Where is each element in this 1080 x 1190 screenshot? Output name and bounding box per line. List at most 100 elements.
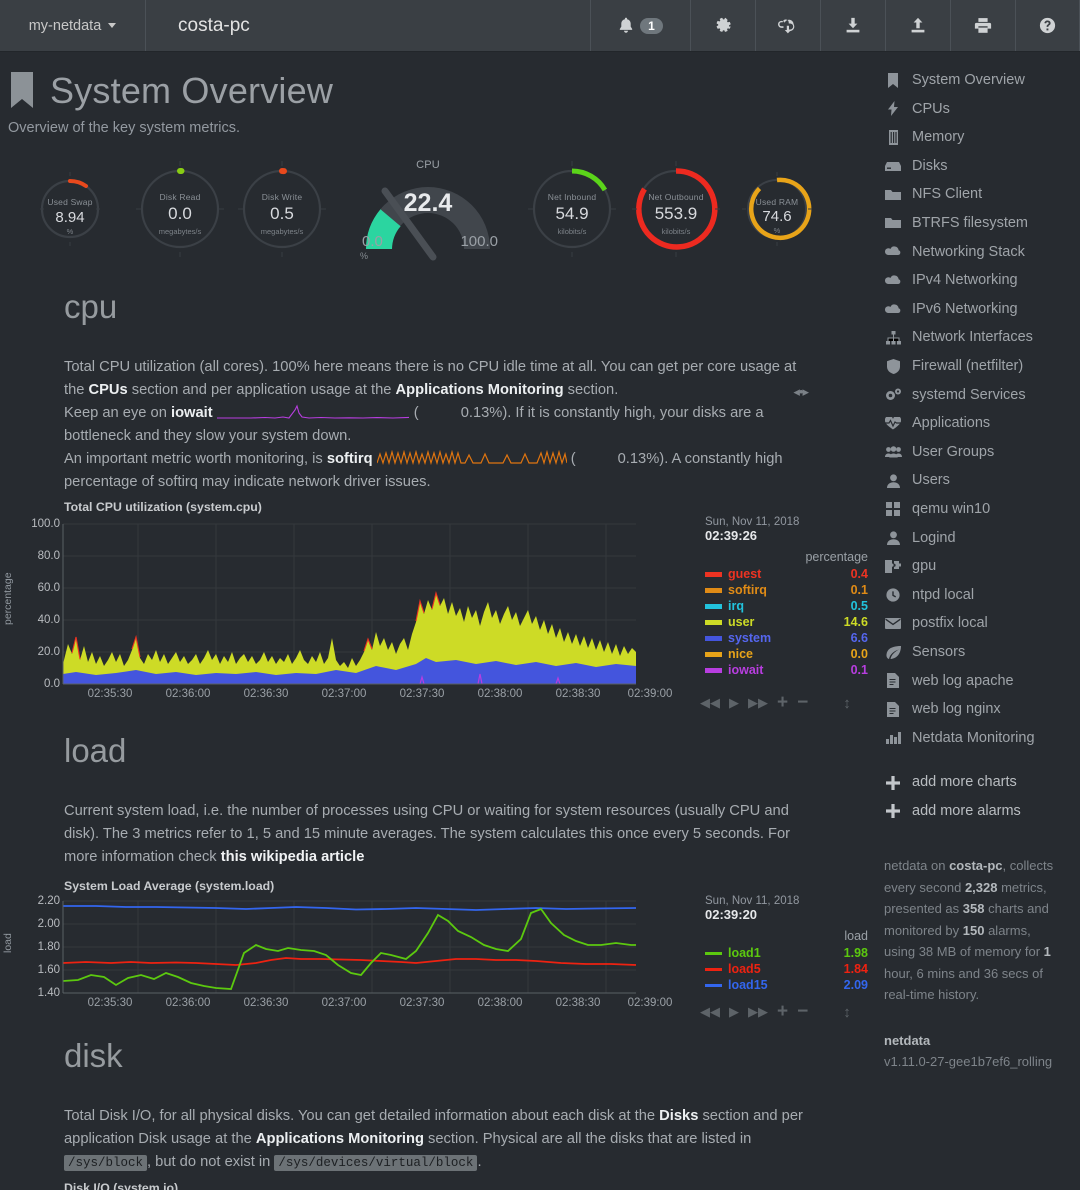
- sidebar-item-ipv4-networking[interactable]: IPv4 Networking: [878, 266, 1080, 295]
- gauge-label: CPU: [416, 159, 440, 171]
- softirq-sparkline: [376, 449, 568, 466]
- sidebar-item-ipv6-networking[interactable]: IPv6 Networking: [878, 295, 1080, 324]
- sidebar-item-btrfs-filesystem[interactable]: BTRFS filesystem: [878, 209, 1080, 238]
- disk-link-disks[interactable]: Disks: [659, 1108, 698, 1124]
- settings-button[interactable]: [690, 0, 755, 51]
- sidebar-item-qemu-win10[interactable]: qemu win10: [878, 495, 1080, 524]
- resize-handle[interactable]: ↕: [843, 1004, 851, 1021]
- cpu-link-cpus[interactable]: CPUs: [89, 382, 128, 398]
- cpu-plot-svg: [62, 523, 636, 685]
- sidebar-item-label: BTRFS filesystem: [912, 215, 1029, 232]
- load-plot-area[interactable]: 1.40 1.60 1.80 2.00 2.20: [16, 893, 697, 999]
- sidebar-item-system-overview[interactable]: System Overview: [878, 66, 1080, 95]
- gauge-used-ram[interactable]: Used RAM 74.6 %: [738, 161, 816, 257]
- cloud-icon: [884, 246, 902, 257]
- disk-chart-widget[interactable]: Disk I/O (system.io) Sun,: [0, 1181, 872, 1190]
- sidebar-item-user-groups[interactable]: User Groups: [878, 438, 1080, 467]
- cpu-ytick: 100.0: [31, 518, 60, 530]
- gauge-used-swap[interactable]: Used Swap 8.94 %: [36, 161, 104, 257]
- netdata-brand-dropdown[interactable]: my-netdata: [0, 0, 146, 51]
- sidebar-item-nfs-client[interactable]: NFS Client: [878, 180, 1080, 209]
- gauge-cpu[interactable]: CPU 22.4 0.0 100.0 %: [352, 153, 504, 265]
- cpu-paren-open-2: (: [570, 451, 576, 467]
- legend-item[interactable]: load1 1.98: [705, 945, 872, 961]
- legend-item[interactable]: irq 0.5: [705, 598, 872, 614]
- sidebar-item-label: ntpd local: [912, 586, 975, 603]
- info-t1: netdata on: [884, 858, 950, 874]
- legend-item[interactable]: nice 0.0: [705, 646, 872, 662]
- sidebar-item-logind[interactable]: Logind: [878, 524, 1080, 553]
- play-button[interactable]: ▶: [729, 695, 739, 711]
- sidebar-item-applications[interactable]: Applications: [878, 409, 1080, 438]
- forward-button[interactable]: ▶▶: [748, 695, 768, 711]
- sidebar-item-networking-stack[interactable]: Networking Stack: [878, 238, 1080, 267]
- forward-button[interactable]: ▶▶: [748, 1004, 768, 1020]
- cloud-download-icon: [778, 18, 795, 33]
- chart-refresh-indicator[interactable]: ◂•▸: [793, 380, 809, 403]
- sidebar-item-network-interfaces[interactable]: Network Interfaces: [878, 323, 1080, 352]
- cpu-plot-area[interactable]: 0.0 20.0 40.0 60.0 80.0 100.0: [16, 514, 697, 690]
- gauge-unit: kilobits/s: [557, 227, 587, 236]
- navbar-actions: 1: [590, 0, 1080, 51]
- alarms-button[interactable]: 1: [590, 0, 690, 51]
- sidebar-item-label: gpu: [912, 558, 937, 575]
- sidebar-item-label: Firewall (netfilter): [912, 357, 1024, 374]
- legend-color-swatch: [705, 587, 722, 593]
- load-xtick: 02:37:00: [321, 997, 367, 1009]
- load-wikipedia-link[interactable]: this wikipedia article: [221, 849, 365, 865]
- gauge-disk-write[interactable]: Disk Write 0.5 megabytes/s: [232, 155, 332, 263]
- load-legend-units: load: [844, 929, 868, 943]
- envelope-icon: [884, 618, 902, 630]
- cpu-link-apps[interactable]: Applications Monitoring: [396, 382, 564, 398]
- cpu-chart-ylabel: percentage: [2, 572, 14, 626]
- sidebar-item-sensors[interactable]: Sensors: [878, 638, 1080, 667]
- load-chart-widget[interactable]: System Load Average (system.load) load 1…: [0, 879, 872, 1023]
- windows-icon: [884, 502, 902, 517]
- rewind-button[interactable]: ◀◀: [700, 695, 720, 711]
- heartbeat-icon: [884, 416, 902, 430]
- sidebar-item-ntpd-local[interactable]: ntpd local: [878, 581, 1080, 610]
- sidebar-item-web-log-apache[interactable]: web log apache: [878, 666, 1080, 695]
- sidebar-item-users[interactable]: Users: [878, 466, 1080, 495]
- legend-item[interactable]: system 6.6: [705, 630, 872, 646]
- sidebar-item-systemd-services[interactable]: systemd Services: [878, 381, 1080, 410]
- sidebar-item-label: web log nginx: [912, 701, 1001, 718]
- zoom-in-button[interactable]: +: [777, 692, 788, 714]
- sidebar-item-cpus[interactable]: CPUs: [878, 95, 1080, 124]
- legend-item[interactable]: softirq 0.1: [705, 582, 872, 598]
- sidebar-item-firewall[interactable]: Firewall (netfilter): [878, 352, 1080, 381]
- sidebar-add-more-charts[interactable]: add more charts: [878, 768, 1080, 797]
- print-button[interactable]: [950, 0, 1015, 51]
- legend-item[interactable]: iowait 0.1: [705, 662, 872, 678]
- cpu-chart-widget[interactable]: Total CPU utilization (system.cpu) perce…: [0, 500, 872, 714]
- disk-desc-5: .: [477, 1154, 482, 1170]
- help-button[interactable]: [1015, 0, 1080, 51]
- resize-handle[interactable]: ↕: [843, 695, 851, 712]
- gauge-net-outbound[interactable]: Net Outbound 553.9 kilobits/s: [626, 155, 726, 263]
- legend-item[interactable]: user 14.6: [705, 614, 872, 630]
- sidebar-item-disks[interactable]: Disks: [878, 152, 1080, 181]
- sidebar-item-web-log-nginx[interactable]: web log nginx: [878, 695, 1080, 724]
- gauge-disk-read[interactable]: Disk Read 0.0 megabytes/s: [130, 155, 230, 263]
- legend-item[interactable]: load15 2.09: [705, 977, 872, 993]
- info-t6: hour, 6 mins and 36 secs of real-time hi…: [884, 965, 1043, 1003]
- gauge-net-inbound[interactable]: Net Inbound 54.9 kilobits/s: [522, 155, 622, 263]
- zoom-out-button[interactable]: −: [797, 692, 808, 714]
- sidebar-add-more-alarms[interactable]: add more alarms: [878, 797, 1080, 826]
- import-button[interactable]: [755, 0, 820, 51]
- sidebar-item-postfix-local[interactable]: postfix local: [878, 609, 1080, 638]
- legend-item[interactable]: load5 1.84: [705, 961, 872, 977]
- rewind-button[interactable]: ◀◀: [700, 1004, 720, 1020]
- play-button[interactable]: ▶: [729, 1004, 739, 1020]
- legend-series-value: 0.1: [850, 583, 868, 597]
- disk-link-apps[interactable]: Applications Monitoring: [256, 1131, 424, 1147]
- sidebar-item-memory[interactable]: Memory: [878, 123, 1080, 152]
- sidebar-item-gpu[interactable]: gpu: [878, 552, 1080, 581]
- upload-icon: [911, 17, 925, 33]
- zoom-in-button[interactable]: +: [777, 1001, 788, 1023]
- load-button[interactable]: [885, 0, 950, 51]
- zoom-out-button[interactable]: −: [797, 1001, 808, 1023]
- sidebar-item-netdata-monitoring[interactable]: Netdata Monitoring: [878, 724, 1080, 753]
- save-button[interactable]: [820, 0, 885, 51]
- legend-item[interactable]: guest 0.4: [705, 566, 872, 582]
